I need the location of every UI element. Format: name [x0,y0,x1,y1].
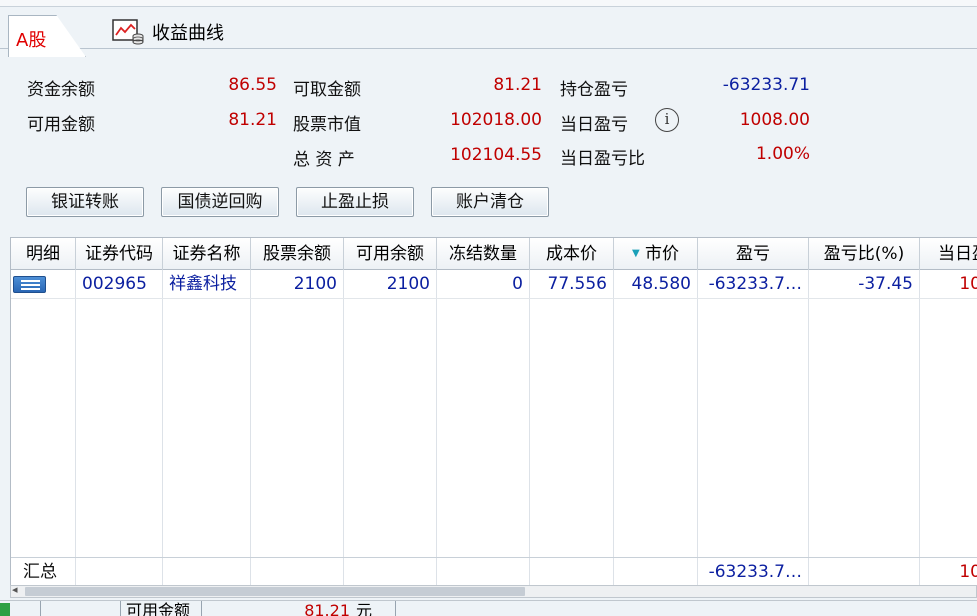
chart-curve-icon [112,19,144,45]
market-value-label: 股票市值 [293,115,361,135]
daily-pnl-ratio-value: 1.00% [755,144,810,164]
gridline [250,270,251,585]
daily-pnl-ratio-label: 当日盈亏比 [560,149,645,169]
col-header-balance[interactable]: 股票余额 [251,238,344,270]
sort-desc-icon: ▼ [631,248,640,259]
status-available-value: 81.21 [304,601,350,616]
tab-profit-curve[interactable]: 收益曲线 [100,15,224,49]
stop-profit-loss-button[interactable]: 止盈止损 [296,187,414,217]
tab-a-shares-label: A股 [16,30,47,51]
col-header-price[interactable]: ▼ 市价 [614,238,698,270]
total-assets-value: 102104.55 [450,145,542,165]
row-frozen: 0 [512,274,523,294]
total-daily: 10 [959,562,977,582]
tab-a-shares[interactable]: A股 [8,15,86,57]
col-header-name[interactable]: 证券名称 [163,238,251,270]
detail-list-icon[interactable] [13,276,46,293]
gridline [613,270,614,585]
table-row[interactable]: 002965 祥鑫科技 2100 2100 0 77.556 48.580 -6… [11,270,977,299]
col-header-cost[interactable]: 成本价 [530,238,614,270]
total-label: 汇总 [23,562,57,582]
available-label: 可用金额 [27,115,95,135]
total-pnl: -63233.7… [708,562,802,582]
status-bar: 可用金额 81.21 元 [0,600,977,616]
col-header-available[interactable]: 可用余额 [344,238,437,270]
col-header-detail[interactable]: 明细 [11,238,76,270]
position-pnl-value: -63233.71 [722,75,810,95]
total-assets-label: 总 资 产 [293,150,355,170]
col-header-frozen[interactable]: 冻结数量 [437,238,530,270]
gridline [529,270,530,585]
row-detail-cell [11,270,75,299]
withdrawable-label: 可取金额 [293,80,361,100]
scroll-left-icon[interactable]: ◂ [12,583,18,596]
tab-bar: A股 收益曲线 [0,7,977,57]
bank-transfer-button[interactable]: 银证转账 [26,187,144,217]
left-edge [0,237,10,616]
col-header-daily[interactable]: 当日盈 [920,238,977,270]
tab-profit-curve-label: 收益曲线 [152,23,224,44]
gridline [919,270,920,585]
window-top-strip [0,0,977,7]
daily-pnl-label: 当日盈亏 [560,115,628,135]
cash-balance-label: 资金余额 [27,80,95,100]
row-available: 2100 [386,274,430,294]
row-code: 002965 [82,274,147,294]
status-available-unit: 元 [356,601,373,616]
bond-repo-button[interactable]: 国债逆回购 [161,187,279,217]
horizontal-scrollbar[interactable]: ◂ [10,583,977,598]
position-pnl-label: 持仓盈亏 [560,80,628,100]
row-cost: 77.556 [547,274,607,294]
daily-pnl-value: 1008.00 [739,110,810,130]
cash-balance-value: 86.55 [228,75,277,95]
row-balance: 2100 [293,274,337,294]
row-name: 祥鑫科技 [169,274,237,294]
withdrawable-value: 81.21 [493,75,542,95]
info-icon[interactable]: i [655,108,679,132]
col-header-pnl[interactable]: 盈亏 [698,238,809,270]
market-value-value: 102018.00 [450,110,542,130]
row-daily: 10 [959,274,977,294]
clear-account-button[interactable]: 账户清仓 [431,187,549,217]
status-available-label: 可用金额 [126,601,191,616]
status-indicator [0,603,10,616]
account-summary: 资金余额 86.55 可用金额 81.21 可取金额 81.21 股票市值 10… [0,49,977,235]
gridline [436,270,437,585]
row-price: 48.580 [631,274,691,294]
gridline [162,270,163,585]
table-header: 明细 证券代码 证券名称 股票余额 可用余额 冻结数量 成本价 ▼ 市价 盈亏 … [11,238,977,270]
col-header-code[interactable]: 证券代码 [76,238,163,270]
gridline [75,270,76,585]
gridline [697,270,698,585]
positions-table: 明细 证券代码 证券名称 股票余额 可用余额 冻结数量 成本价 ▼ 市价 盈亏 … [10,237,977,585]
col-header-price-label: 市价 [645,244,680,264]
row-pnl-ratio: -37.45 [858,274,913,294]
gridline [343,270,344,585]
col-header-pnl-ratio[interactable]: 盈亏比(%) [809,238,920,270]
scrollbar-thumb[interactable] [25,587,525,596]
gridline [808,270,809,585]
table-total-row: 汇总 -63233.7… 10 [11,557,977,585]
available-value: 81.21 [228,110,277,130]
row-pnl: -63233.7… [708,274,802,294]
